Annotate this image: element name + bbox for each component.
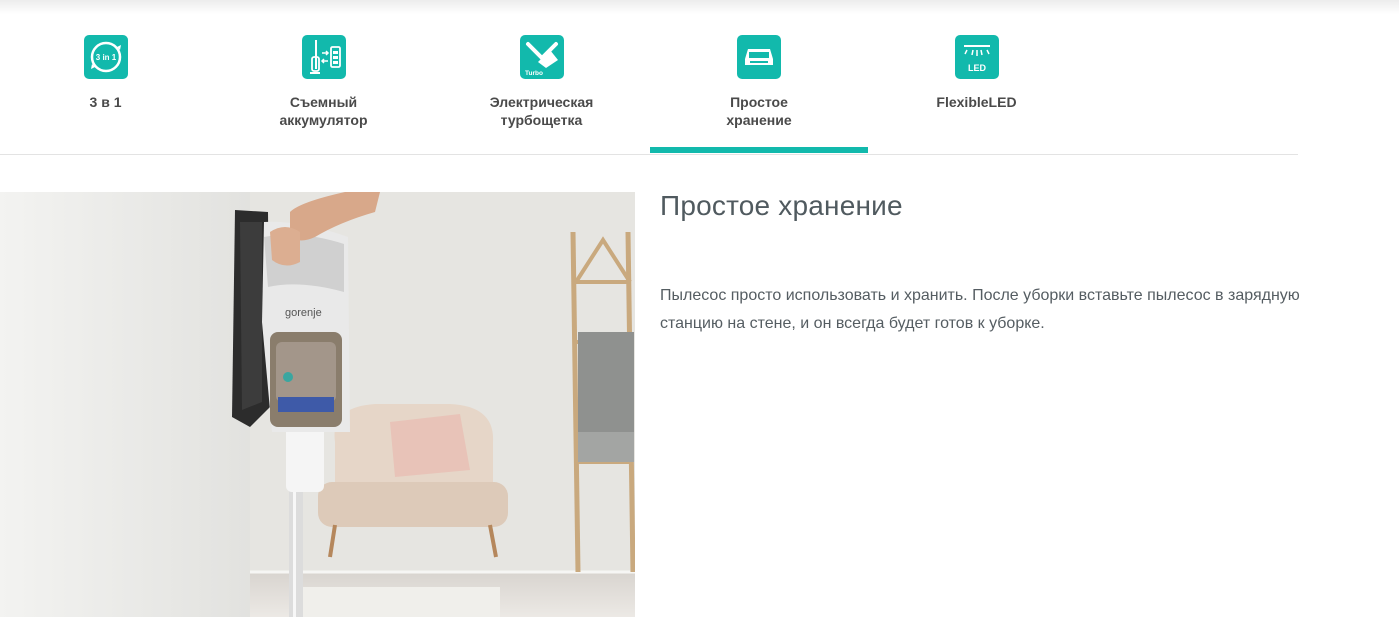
tab-label: Электрическая турбощетка: [489, 94, 594, 128]
tab-3-in-1[interactable]: 3 in 1 3 в 1: [0, 0, 211, 155]
removable-battery-icon: [301, 35, 346, 79]
svg-text:gorenje: gorenje: [285, 307, 322, 319]
active-tab-indicator: [650, 147, 868, 153]
svg-text:LED: LED: [968, 63, 987, 73]
3-in-1-icon: 3 in 1: [83, 35, 128, 79]
turbo-brush-icon: Turbo: [519, 35, 564, 79]
tab-removable-battery[interactable]: Съемный аккумулятор: [218, 0, 429, 155]
svg-text:Turbo: Turbo: [525, 70, 543, 77]
tab-flexible-led[interactable]: LED FlexibleLED: [871, 0, 1082, 155]
storage-photo: gorenje: [0, 192, 635, 617]
storage-station-icon: [737, 35, 781, 79]
tab-label: Простое хранение: [726, 94, 792, 128]
feature-tabs: 3 in 1 3 в 1 Съемный аккумулятор Turbo Э…: [0, 0, 1298, 155]
tab-simple-storage[interactable]: Простое хранение: [650, 0, 868, 155]
flexible-led-icon: LED: [954, 35, 999, 79]
tab-label: 3 в 1: [89, 94, 122, 110]
tabs-divider: [0, 154, 1298, 155]
tab-turbo-brush[interactable]: Turbo Электрическая турбощетка: [436, 0, 647, 155]
content-title: Простое хранение: [660, 190, 903, 221]
svg-text:3 in 1: 3 in 1: [95, 53, 116, 62]
tab-label: Съемный аккумулятор: [279, 94, 368, 128]
content-description: Пылесос просто использовать и хранить. П…: [660, 287, 1300, 332]
tab-label: FlexibleLED: [936, 94, 1017, 110]
